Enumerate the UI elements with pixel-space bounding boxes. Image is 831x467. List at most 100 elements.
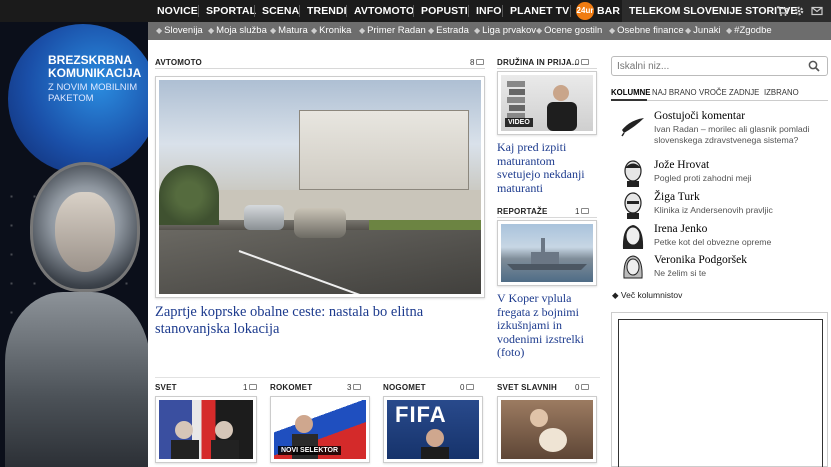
- column-item[interactable]: Gostujoči komentar Ivan Radan – morilec …: [620, 110, 830, 145]
- comment-count[interactable]: 8: [470, 58, 485, 67]
- column-title[interactable]: Petke kot del obvezne opreme: [654, 237, 830, 248]
- subnav-label: Osebne finance: [617, 25, 684, 36]
- villa-graphic: [299, 110, 469, 190]
- telekom-link[interactable]: TELEKOM SLOVENIJE STORITVE: [629, 0, 797, 22]
- tab-izbrano[interactable]: IZBRANO: [764, 88, 799, 97]
- gear-icon[interactable]: [793, 5, 805, 17]
- nav-sportal[interactable]: SPORTAL: [206, 0, 256, 22]
- column-title[interactable]: Klinika iz Andersenovih pravljic: [654, 205, 830, 216]
- column-title[interactable]: Pogled proti zahodni meji: [654, 173, 830, 184]
- main-headline[interactable]: Zaprtje koprske obalne ceste: nastala bo…: [155, 304, 485, 338]
- subnav-item[interactable]: ◆ Kronika: [311, 22, 351, 40]
- nav-popusti[interactable]: POPUSTI: [421, 0, 468, 22]
- column-item[interactable]: Veronika Podgoršek Ne želim si te: [620, 254, 830, 284]
- section-label-svet-slavnih[interactable]: SVET SLAVNIH: [497, 383, 557, 392]
- main-article-photo[interactable]: [155, 76, 485, 298]
- subnav-item[interactable]: ◆ Ocene gostiln: [536, 22, 602, 40]
- row-divider: [155, 377, 600, 378]
- comment-count-value: 0: [575, 58, 580, 67]
- comment-count-value: 0: [460, 383, 465, 392]
- tab-zadnje[interactable]: ZADNJE: [729, 88, 759, 97]
- main-article-image: [159, 80, 481, 294]
- reportaze-headline[interactable]: V Koper vplula fregata z bojnimi izkušnj…: [497, 291, 597, 360]
- subnav-item[interactable]: ◆ Estrada: [428, 22, 469, 40]
- column-item[interactable]: Jože Hrovat Pogled proti zahodni meji: [620, 159, 830, 189]
- druzina-headline[interactable]: Kaj pred izpiti maturantom svetujejo nek…: [497, 140, 597, 195]
- column-item[interactable]: Žiga Turk Klinika iz Andersenovih pravlj…: [620, 191, 830, 221]
- nav-avtomoto[interactable]: AVTOMOTO: [354, 0, 414, 22]
- nav-separator: [346, 5, 347, 17]
- section-label-svet[interactable]: SVET: [155, 383, 177, 392]
- more-columnists-link[interactable]: ◆ Več kolumnistov: [612, 290, 682, 301]
- cart-icon[interactable]: [776, 5, 788, 17]
- section-label-nogomet[interactable]: NOGOMET: [383, 383, 426, 392]
- subnav-item[interactable]: ◆ Liga prvakov: [474, 22, 536, 40]
- search-input[interactable]: [617, 59, 802, 73]
- section-label-reportaze[interactable]: REPORTAŽE: [497, 207, 548, 216]
- nav-bar[interactable]: BAR: [597, 0, 620, 22]
- subnav-label: Estrada: [436, 25, 469, 36]
- subnav-label: Ocene gostiln: [544, 25, 603, 36]
- subnav-item[interactable]: ◆ Junaki: [685, 22, 721, 40]
- comment-count-value: 8: [470, 58, 475, 67]
- nav-trendi[interactable]: TRENDI: [307, 0, 347, 22]
- reportaze-photo[interactable]: [497, 220, 597, 286]
- ad-astronaut-face: [55, 192, 115, 272]
- subnav-item[interactable]: ◆ Matura: [270, 22, 308, 40]
- nogomet-photo[interactable]: FIFA: [383, 396, 483, 463]
- subnav-item[interactable]: ◆ Primer Radan: [359, 22, 426, 40]
- nav-separator: [570, 5, 571, 17]
- nav-planet-tv[interactable]: PLANET TV: [510, 0, 569, 22]
- advertisement-banner[interactable]: BREZSKRBNA KOMUNIKACIJA Z NOVIM MOBILNIM…: [0, 22, 148, 467]
- nav-separator: [468, 5, 469, 17]
- comment-count[interactable]: 1: [243, 383, 258, 392]
- rokomet-photo[interactable]: NOVI SELEKTOR: [270, 396, 370, 463]
- comment-count[interactable]: 0: [460, 383, 475, 392]
- comment-count[interactable]: 1: [575, 207, 590, 216]
- right-ad-frame: [618, 319, 823, 467]
- comment-icon: [249, 384, 258, 390]
- nav-info[interactable]: INFO: [476, 0, 501, 22]
- section-label-druzina[interactable]: DRUŽINA IN PRIJA...: [497, 58, 579, 67]
- mail-icon[interactable]: [811, 5, 823, 17]
- bar-logo-icon[interactable]: 24ur: [576, 2, 594, 20]
- tab-naj-brano[interactable]: NAJ BRANO: [652, 88, 697, 97]
- comment-count[interactable]: 0: [575, 383, 590, 392]
- more-columnists-label: Več kolumnistov: [620, 290, 683, 300]
- nav-novice[interactable]: NOVICE: [157, 0, 198, 22]
- search-icon[interactable]: [808, 60, 820, 72]
- right-ad-box[interactable]: [611, 312, 828, 467]
- subnav-item[interactable]: ◆ Moja služba: [208, 22, 267, 40]
- fountain-pen-icon: [621, 118, 644, 137]
- subnav-item[interactable]: ◆ Slovenija: [156, 22, 203, 40]
- comment-icon: [581, 59, 590, 65]
- author-portrait: [623, 255, 643, 279]
- nav-scena[interactable]: SCENA: [262, 0, 299, 22]
- subnav-label: Moja služba: [216, 25, 267, 36]
- ad-subtitle: Z NOVIM MOBILNIM PAKETOM: [48, 82, 138, 104]
- section-label-rokomet[interactable]: ROKOMET: [270, 383, 312, 392]
- column-title[interactable]: Ivan Radan – morilec ali glasnik pomladi…: [654, 124, 830, 145]
- nogomet-image: FIFA: [387, 400, 479, 459]
- comment-count-value: 1: [243, 383, 248, 392]
- road-graphic: [159, 230, 481, 294]
- subnav-label: Junaki: [693, 25, 721, 36]
- druzina-photo[interactable]: VIDEO: [497, 71, 597, 135]
- subnav-item[interactable]: ◆ Osebne finance: [609, 22, 684, 40]
- svet-photo[interactable]: [155, 396, 257, 463]
- comment-count[interactable]: 0: [575, 58, 590, 67]
- comment-count[interactable]: 3: [347, 383, 362, 392]
- column-title[interactable]: Ne želim si te: [654, 268, 830, 279]
- sub-navigation: ◆ Slovenija ◆ Moja služba ◆ Matura ◆ Kronika…: [148, 22, 831, 40]
- subnav-label: Slovenija: [164, 25, 203, 36]
- subnav-item[interactable]: ◆ #Zgodbe: [726, 22, 772, 40]
- tab-vroce[interactable]: VROČE: [699, 88, 727, 97]
- camera-icon: [581, 208, 590, 214]
- ship-graphic: [507, 238, 587, 270]
- ad-title: BREZSKRBNA KOMUNIKACIJA: [48, 53, 142, 80]
- nav-separator: [198, 5, 199, 17]
- section-label-avtomoto[interactable]: AVTOMOTO: [155, 58, 202, 67]
- svet-slavnih-photo[interactable]: [497, 396, 597, 463]
- tab-kolumne[interactable]: KOLUMNE: [611, 88, 650, 97]
- column-item[interactable]: Irena Jenko Petke kot del obvezne opreme: [620, 223, 830, 253]
